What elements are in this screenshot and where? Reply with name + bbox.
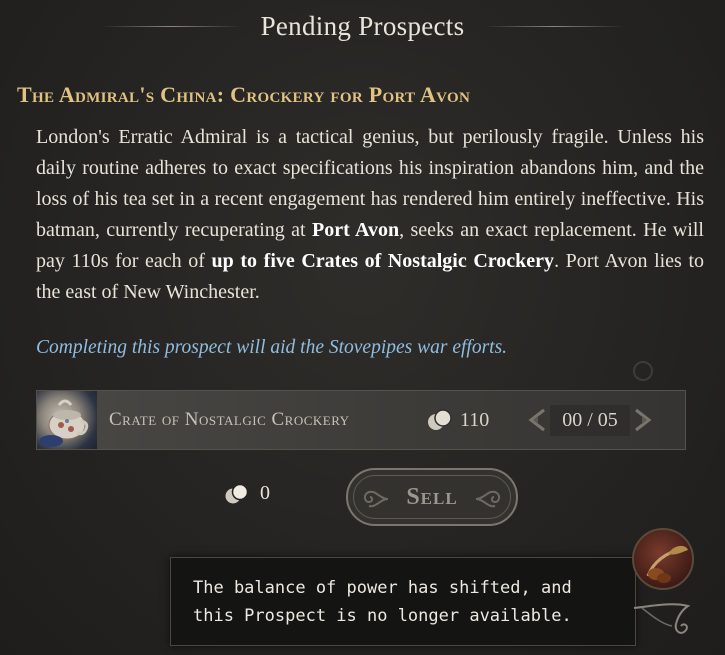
page-title: Pending Prospects <box>260 10 465 41</box>
prospect-note: Completing this prospect will aid the St… <box>36 337 508 358</box>
quantity-stepper: 00 / 05 <box>524 404 656 436</box>
flourish-icon <box>633 603 691 634</box>
sell-button-label: Sell <box>406 483 458 510</box>
ornament-right-icon <box>475 490 501 508</box>
teacup-crate-icon <box>37 391 97 449</box>
chevron-right-icon <box>635 408 652 432</box>
sell-button[interactable]: Sell <box>346 468 518 526</box>
toast-message: The balance of power has shifted, and th… <box>193 578 572 626</box>
total-value: 0 <box>260 482 270 504</box>
total-row: 0 <box>224 482 270 505</box>
prospect-title: The Admiral's China: Crockery for Port A… <box>17 82 471 107</box>
notification-toast: The balance of power has shifted, and th… <box>170 557 636 646</box>
corner-ornament-icon <box>633 361 653 381</box>
chevron-left-icon <box>528 408 545 432</box>
quantity-display: 00 / 05 <box>550 404 630 436</box>
coins-icon <box>225 483 249 503</box>
decrease-quantity-button[interactable] <box>524 405 550 435</box>
prospect-description: London's Erratic Admiral is a tactical g… <box>36 122 704 308</box>
item-row: Crate of Nostalgic Crockery 110 00 / 05 <box>36 390 686 450</box>
item-name: Crate of Nostalgic Crockery <box>109 409 350 430</box>
description-amount: up to five Crates of Nostalgic Crockery <box>211 250 555 272</box>
increase-quantity-button[interactable] <box>630 405 656 435</box>
header-divider-right <box>484 25 625 27</box>
page-header: Pending Prospects <box>0 6 725 46</box>
advisor-portrait-icon[interactable] <box>632 528 694 590</box>
ornament-left-icon <box>363 490 389 508</box>
description-location: Port Avon <box>312 219 400 241</box>
coins-icon <box>426 408 454 432</box>
item-price: 110 <box>460 408 490 431</box>
header-divider-left <box>100 25 241 27</box>
